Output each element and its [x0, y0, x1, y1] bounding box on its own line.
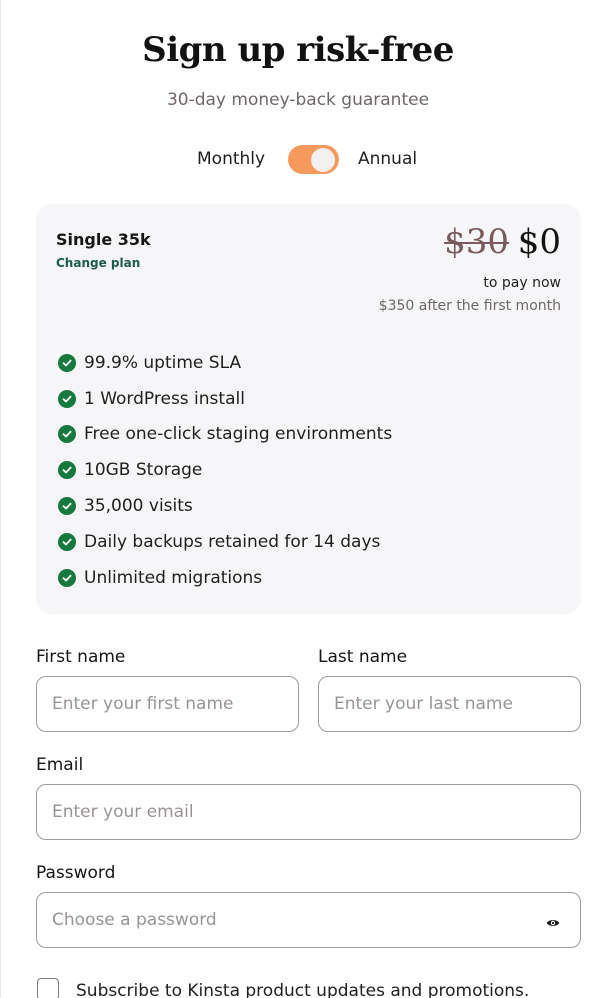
feature-label: Daily backups retained for 14 days — [84, 531, 381, 552]
email-label: Email — [36, 755, 84, 775]
email-field[interactable] — [36, 784, 581, 840]
feature-item: Unlimited migrations — [58, 560, 392, 596]
feature-list: 99.9% uptime SLA 1 WordPress install Fre… — [58, 345, 392, 596]
check-circle-icon — [58, 461, 76, 480]
billing-annual-label[interactable]: Annual — [358, 149, 417, 169]
signup-page: Sign up risk-free 30-day money-back guar… — [0, 0, 595, 998]
first-name-field[interactable] — [36, 676, 299, 732]
feature-item: 99.9% uptime SLA — [58, 345, 392, 381]
feature-label: 10GB Storage — [84, 460, 203, 481]
check-circle-icon — [58, 353, 76, 372]
last-name-label: Last name — [318, 647, 408, 667]
subscribe-checkbox[interactable] — [37, 978, 59, 998]
billing-monthly-label[interactable]: Monthly — [197, 149, 265, 169]
last-name-field[interactable] — [318, 676, 581, 732]
feature-label: 1 WordPress install — [84, 388, 245, 409]
pay-now-note: to pay now — [483, 275, 561, 291]
password-label: Password — [36, 863, 116, 883]
change-plan-link[interactable]: Change plan — [56, 256, 140, 270]
feature-item: 1 WordPress install — [58, 381, 392, 417]
plan-summary-card: Single 35k Change plan $30 $0 to pay now… — [36, 204, 581, 614]
renewal-price-note: $350 after the first month — [378, 298, 561, 314]
password-input[interactable] — [52, 893, 522, 947]
password-field[interactable] — [36, 892, 581, 948]
page-subtitle: 30-day money-back guarantee — [166, 90, 430, 110]
toggle-knob — [311, 148, 335, 172]
discounted-price: $0 — [517, 222, 561, 262]
check-circle-icon — [58, 532, 76, 551]
billing-toggle-row: Monthly Annual — [1, 145, 595, 175]
original-price: $30 — [444, 222, 509, 262]
feature-item: 35,000 visits — [58, 488, 392, 524]
page-title: Sign up risk-free — [142, 30, 454, 70]
first-name-input[interactable] — [52, 677, 282, 731]
feature-label: Unlimited migrations — [84, 567, 263, 588]
billing-period-toggle[interactable] — [288, 145, 339, 174]
check-circle-icon — [58, 425, 76, 444]
feature-label: Free one-click staging environments — [84, 424, 393, 445]
email-input[interactable] — [52, 785, 562, 839]
feature-label: 35,000 visits — [84, 496, 193, 517]
plan-name: Single 35k — [56, 230, 151, 249]
feature-item: Daily backups retained for 14 days — [58, 524, 392, 560]
feature-item: 10GB Storage — [58, 452, 392, 488]
check-circle-icon — [58, 568, 76, 587]
subscribe-label[interactable]: Subscribe to Kinsta product updates and … — [76, 981, 529, 998]
first-name-label: First name — [36, 647, 126, 667]
last-name-input[interactable] — [334, 677, 564, 731]
check-circle-icon — [58, 497, 76, 516]
eye-icon[interactable] — [546, 914, 560, 926]
feature-label: 99.9% uptime SLA — [84, 352, 242, 373]
feature-item: Free one-click staging environments — [58, 417, 392, 453]
check-circle-icon — [58, 389, 76, 408]
